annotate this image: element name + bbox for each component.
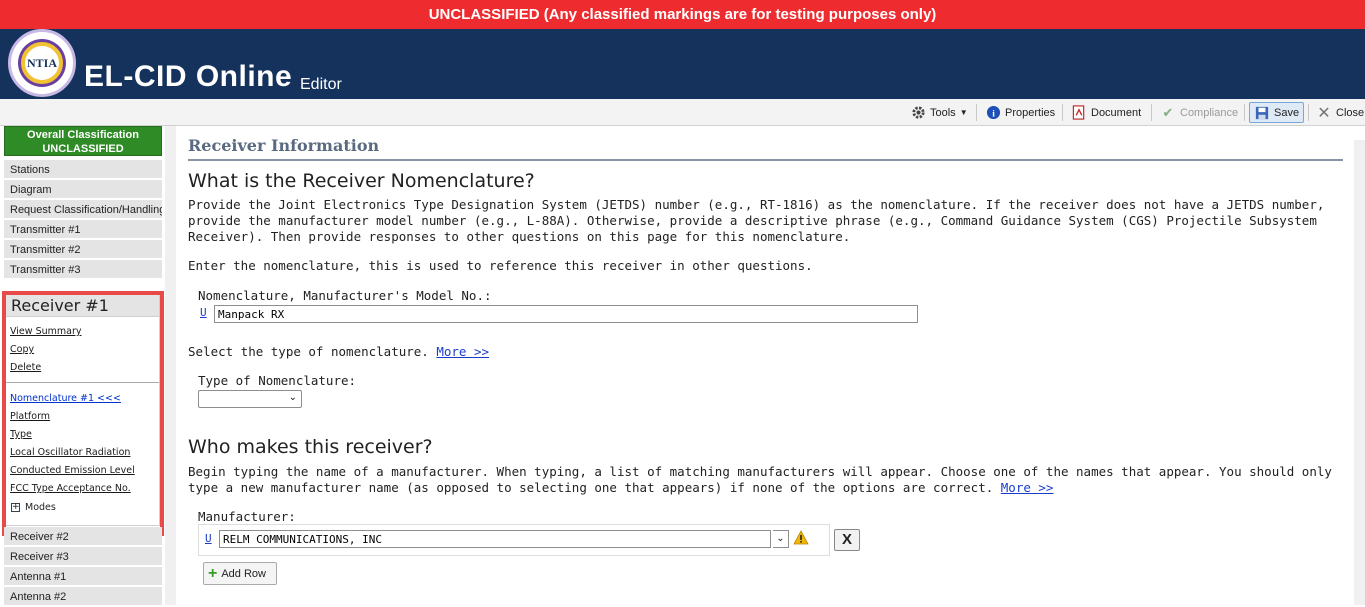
nomenclature-question-title: What is the Receiver Nomenclature? — [188, 170, 535, 192]
add-icon: + — [208, 564, 218, 582]
ntia-logo-text: NTIA — [21, 42, 63, 84]
platform-link[interactable]: Platform — [5, 408, 159, 426]
manufacturer-input[interactable] — [219, 530, 771, 548]
sidebar-item-antenna-1[interactable]: Antenna #1 — [4, 567, 162, 587]
tools-menu-button[interactable]: Tools ▼ — [906, 102, 972, 123]
nomenclature-1-link[interactable]: Nomenclature #1 <<< — [5, 390, 159, 408]
conducted-emission-level-link[interactable]: Conducted Emission Level — [5, 462, 159, 480]
select-type-text: Select the type of nomenclature. More >> — [188, 344, 490, 359]
overall-classification-badge: Overall Classification UNCLASSIFIED — [4, 126, 162, 156]
close-icon: ✕ — [1317, 104, 1331, 122]
sidebar-item-transmitter-2[interactable]: Transmitter #2 — [4, 240, 162, 260]
manufacturer-label: Manufacturer: — [198, 509, 296, 524]
sidebar-item-receiver-3[interactable]: Receiver #3 — [4, 547, 162, 567]
nomenclature-classification-marker[interactable]: U — [200, 306, 207, 319]
type-link[interactable]: Type — [5, 426, 159, 444]
properties-button[interactable]: i Properties — [981, 102, 1059, 123]
checkmark-icon: ✔ — [1162, 104, 1174, 120]
divider — [5, 382, 159, 383]
save-button[interactable]: Save — [1249, 102, 1305, 123]
sidebar-item-receiver-1[interactable]: Receiver #1 — [5, 295, 159, 317]
copy-link[interactable]: Copy — [5, 341, 159, 359]
chevron-down-icon: ⌄ — [288, 392, 297, 403]
app-header: NTIA EL-CID Online Editor — [0, 29, 1365, 99]
nomenclature-enter-text: Enter the nomenclature, this is used to … — [188, 258, 813, 273]
warning-icon — [793, 530, 809, 549]
document-button[interactable]: Document — [1067, 102, 1145, 123]
sidebar-item-diagram[interactable]: Diagram — [4, 180, 162, 200]
nomenclature-label: Nomenclature, Manufacturer's Model No.: — [198, 288, 492, 303]
view-summary-link[interactable]: View Summary — [5, 323, 159, 341]
sidebar-item-stations[interactable]: Stations — [4, 160, 162, 180]
toolbar: Tools ▼ i Properties Document ✔ Complian… — [0, 99, 1365, 126]
local-oscillator-radiation-link[interactable]: Local Oscillator Radiation — [5, 444, 159, 462]
floppy-disk-icon — [1254, 105, 1270, 121]
add-row-button[interactable]: + Add Row — [203, 562, 277, 585]
chevron-down-icon[interactable]: ⌄ — [773, 530, 789, 548]
remove-manufacturer-button[interactable]: X — [834, 529, 860, 551]
delete-link[interactable]: Delete — [5, 359, 159, 377]
main-scrollbar[interactable] — [1354, 140, 1365, 605]
app-title: EL-CID Online — [84, 60, 293, 93]
manufacturer-classification-marker[interactable]: U — [205, 532, 212, 545]
close-button[interactable]: ✕ Close — [1312, 102, 1365, 123]
caret-down-icon: ▼ — [959, 108, 968, 117]
nomenclature-input[interactable] — [214, 305, 918, 323]
app-subtitle: Editor — [300, 76, 342, 93]
gear-icon — [910, 105, 926, 121]
manufacturer-instructions: Begin typing the name of a manufacturer.… — [188, 464, 1332, 495]
type-of-nomenclature-select[interactable]: ⌄ — [198, 390, 302, 408]
sidebar-scrollbar[interactable] — [165, 126, 176, 605]
manufacturer-row: U ⌄ — [198, 524, 830, 556]
classification-banner: UNCLASSIFIED (Any classified markings ar… — [0, 0, 1365, 29]
more-link-manufacturer[interactable]: More >> — [1001, 480, 1054, 495]
sidebar-item-transmitter-1[interactable]: Transmitter #1 — [4, 220, 162, 240]
modes-toggle[interactable]: + Modes — [5, 502, 159, 513]
receiver-1-panel: Receiver #1 View Summary Copy Delete Nom… — [4, 294, 160, 526]
fcc-type-acceptance-link[interactable]: FCC Type Acceptance No. — [5, 480, 159, 498]
sidebar-item-antenna-2[interactable]: Antenna #2 — [4, 587, 162, 607]
ntia-logo: NTIA — [8, 29, 76, 97]
section-title: Receiver Information — [188, 136, 1343, 161]
type-of-nomenclature-label: Type of Nomenclature: — [198, 373, 357, 388]
sidebar-item-transmitter-3[interactable]: Transmitter #3 — [4, 260, 162, 280]
nomenclature-instructions: Provide the Joint Electronics Type Desig… — [188, 197, 1325, 244]
svg-text:i: i — [992, 109, 995, 119]
info-icon: i — [985, 105, 1001, 121]
sidebar-item-request-classification[interactable]: Request Classification/Handling — [4, 200, 162, 220]
compliance-button[interactable]: ✔ Compliance — [1156, 102, 1242, 123]
main-content: Receiver Information What is the Receive… — [188, 126, 1343, 605]
sidebar-item-receiver-2[interactable]: Receiver #2 — [4, 527, 162, 547]
more-link-nomenclature-type[interactable]: More >> — [436, 344, 489, 359]
manufacturer-question-title: Who makes this receiver? — [188, 436, 433, 458]
expand-plus-icon: + — [11, 502, 20, 512]
pdf-icon — [1071, 105, 1087, 121]
